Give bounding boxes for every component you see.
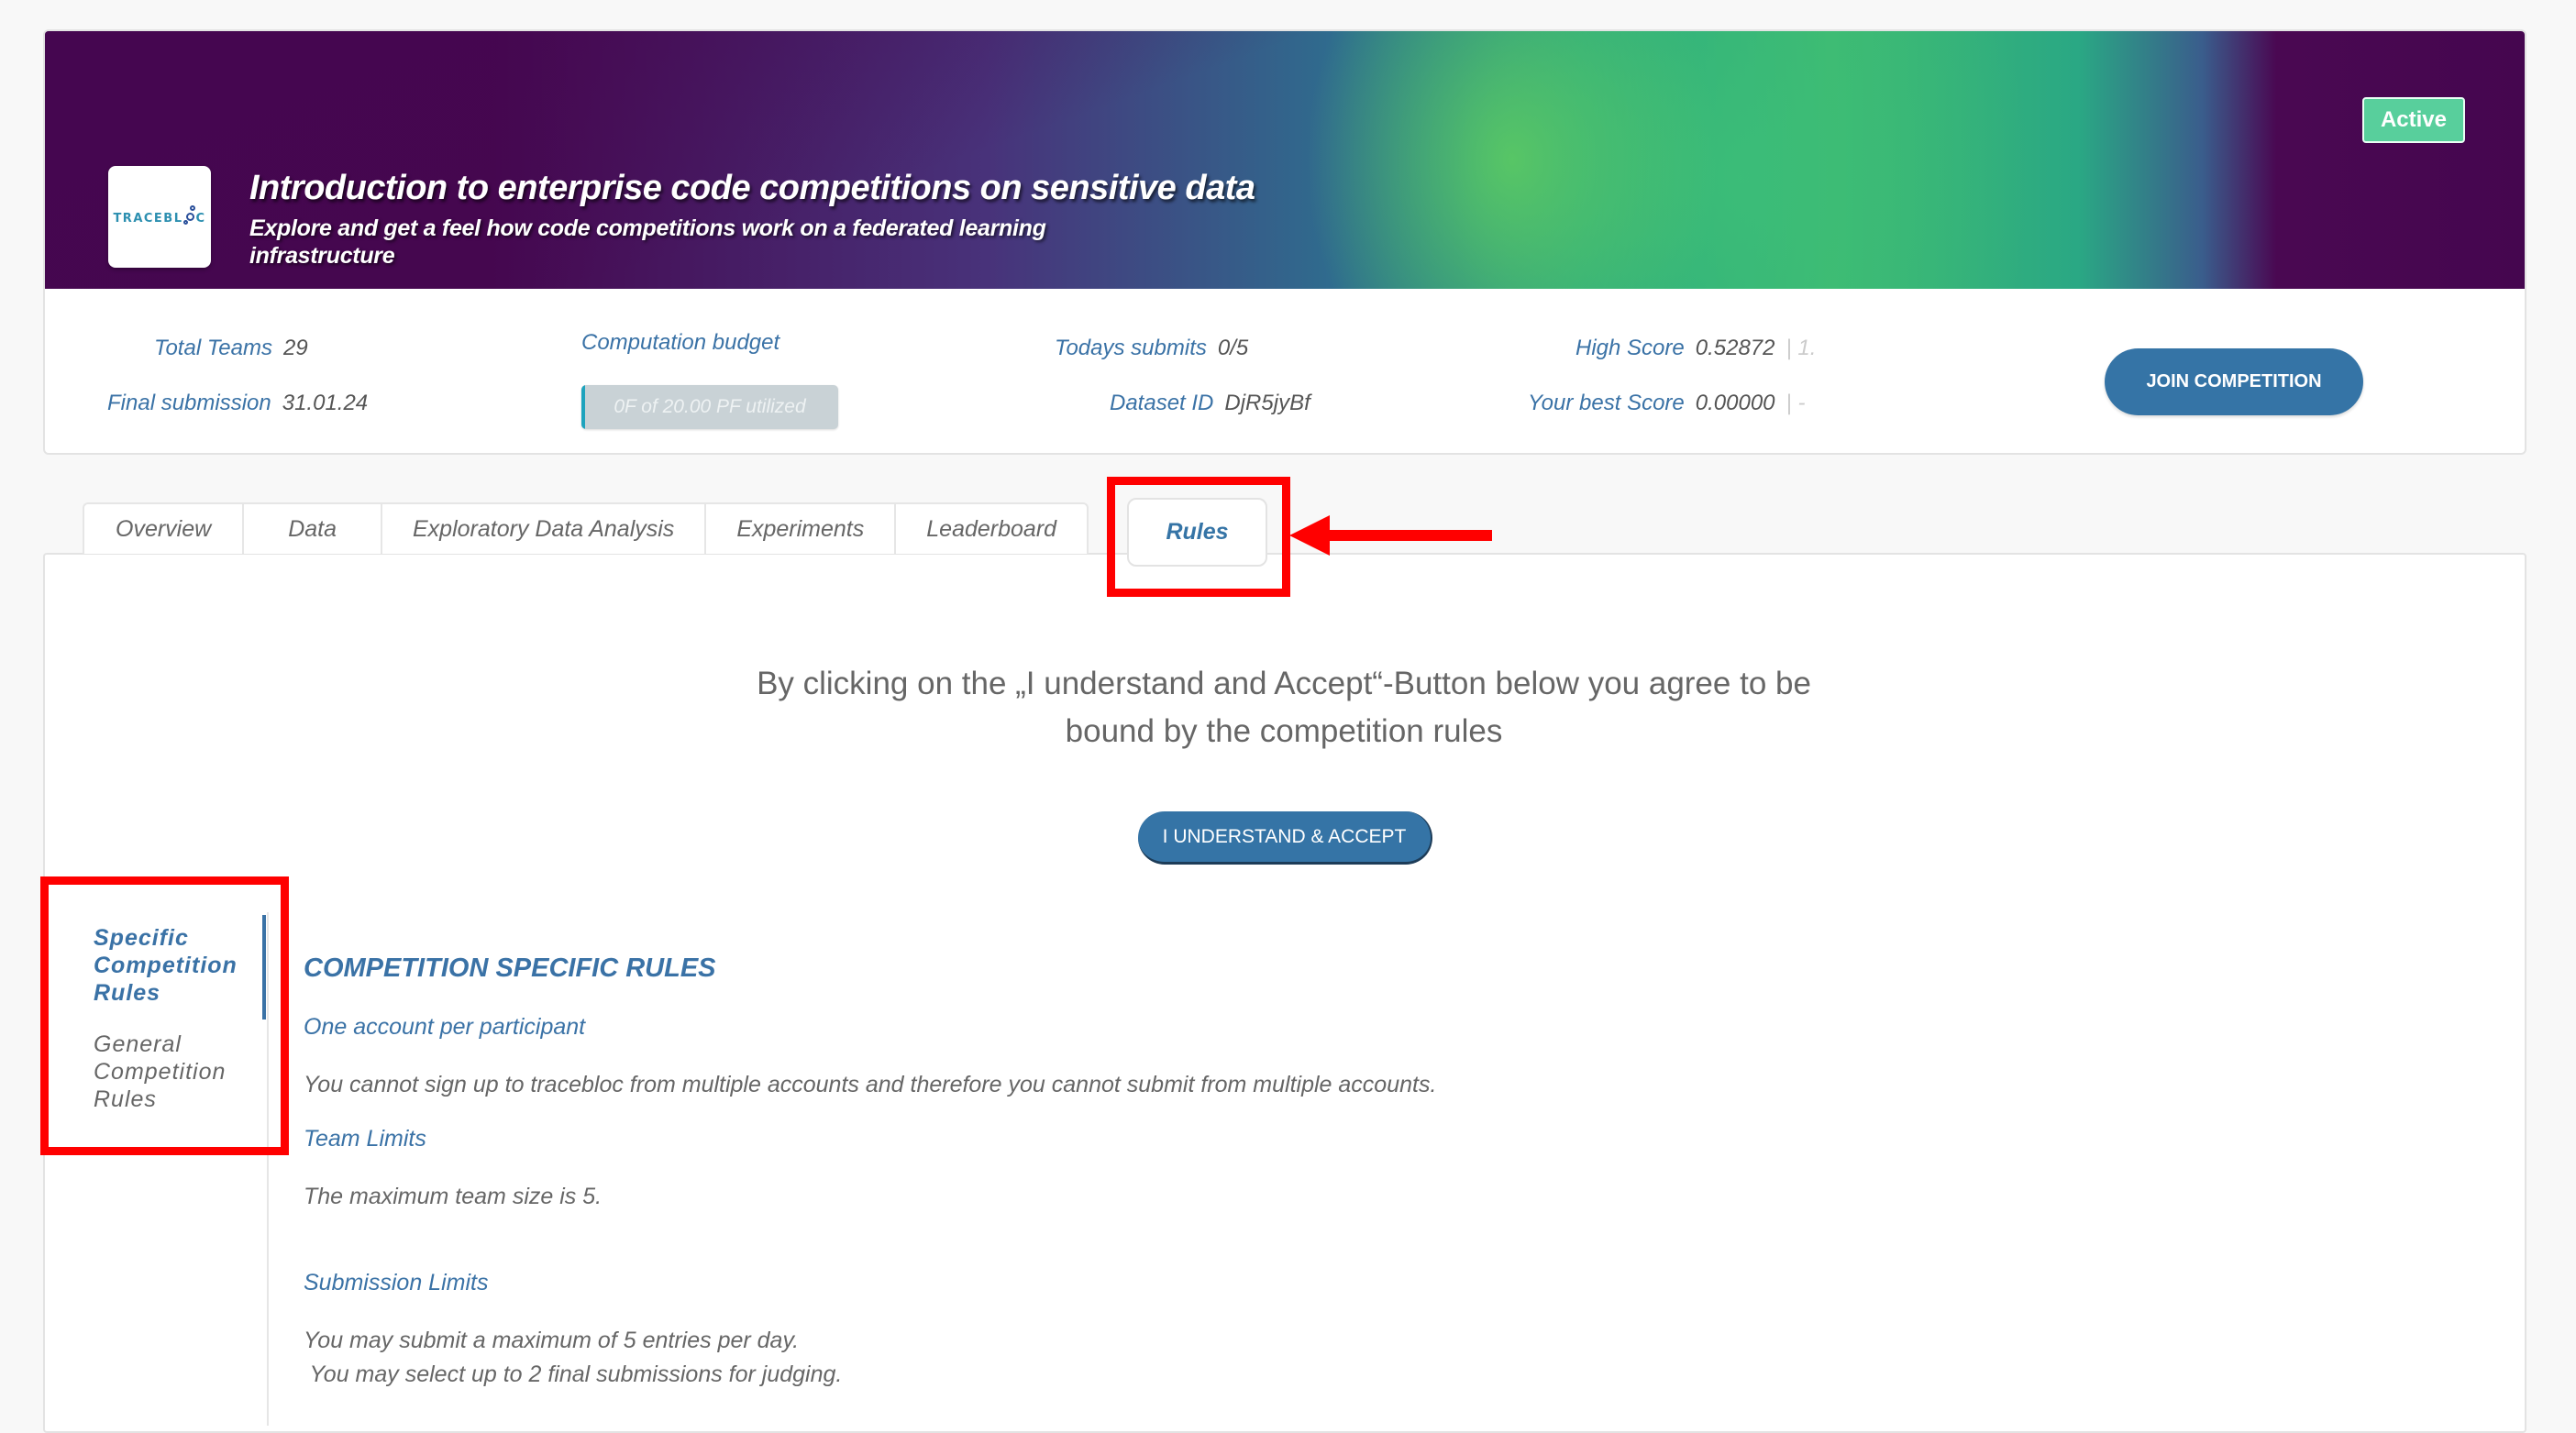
high-score-value: 0.52872 [1695,336,1775,360]
computation-budget-progress: 0F of 20.00 PF utilized [581,385,838,429]
logo-bubbles-icon [182,204,196,226]
dataset-id-stat: Dataset ID DjR5jyBf [1110,391,1310,416]
tab-exploratory-data-analysis[interactable]: Exploratory Data Analysis [381,502,705,554]
progress-text: 0F of 20.00 PF utilized [614,396,806,417]
annotation-arrow-shaft [1328,530,1492,541]
competition-header-card: TRACEBL C Introduction to enterprise code… [43,29,2526,455]
final-submission-label: Final submission [107,391,271,415]
your-best-score-label: Your best Score [1528,391,1685,415]
your-best-score-value: 0.00000 [1695,391,1775,415]
your-best-score-rank-value: - [1797,391,1806,415]
competition-title: Introduction to enterprise code competit… [249,169,1255,207]
annotation-box-sidebar [40,876,289,1155]
final-submission-stat: Final submission 31.01.24 [107,391,368,416]
accept-rules-button[interactable]: I UNDERSTAND & ACCEPT [1138,811,1432,865]
final-submission-value: 31.01.24 [282,391,369,415]
dataset-id-label: Dataset ID [1110,391,1214,415]
total-teams-stat: Total Teams 29 [154,336,308,361]
dataset-id-value: DjR5jyBf [1224,391,1310,415]
your-best-score-rank: | - [1786,391,1806,415]
rule-text-one-account: You cannot sign up to tracebloc from mul… [304,1072,1437,1097]
tracebloc-logo: TRACEBL C [108,166,211,268]
rules-heading: COMPETITION SPECIFIC RULES [304,953,716,983]
computation-budget-label: Computation budget [581,330,780,355]
logo-text-end: C [195,211,206,226]
total-teams-value: 29 [282,336,308,360]
todays-submits-value: 0/5 [1217,336,1249,360]
annotation-arrow-icon [1289,515,1330,556]
join-competition-button[interactable]: JOIN COMPETITION [2105,348,2363,415]
high-score-label: High Score [1575,336,1685,360]
rule-text-submission-limits: You may submit a maximum of 5 entries pe… [304,1328,843,1387]
competition-tabs: Overview Data Exploratory Data Analysis … [83,502,1089,554]
competition-subtitle: Explore and get a feel how code competit… [249,215,1046,269]
rule-text-team-limits: The maximum team size is 5. [304,1184,603,1209]
status-badge: Active [2362,97,2465,143]
rule-title-submission-limits: Submission Limits [304,1270,489,1295]
tab-leaderboard[interactable]: Leaderboard [894,502,1089,554]
annotation-box-rules-tab [1107,477,1290,597]
high-score-rank-value: 1. [1797,336,1817,360]
high-score-rank: | 1. [1786,336,1817,360]
logo-text-start: TRACEBL [113,211,183,226]
your-best-score-stat: Your best Score 0.00000 | - [1528,391,1805,416]
rule-title-team-limits: Team Limits [304,1126,426,1152]
rule-title-one-account: One account per participant [304,1014,586,1040]
high-score-stat: High Score 0.52872 | 1. [1575,336,1816,361]
logo-wordmark: TRACEBL C [113,204,206,226]
tab-overview[interactable]: Overview [83,502,243,554]
tab-data[interactable]: Data [242,502,381,554]
todays-submits-label: Todays submits [1055,336,1207,360]
consent-text: By clicking on the „I understand and Acc… [757,666,1811,749]
tab-experiments[interactable]: Experiments [704,502,895,554]
total-teams-label: Total Teams [154,336,272,360]
todays-submits-stat: Todays submits 0/5 [1055,336,1248,361]
